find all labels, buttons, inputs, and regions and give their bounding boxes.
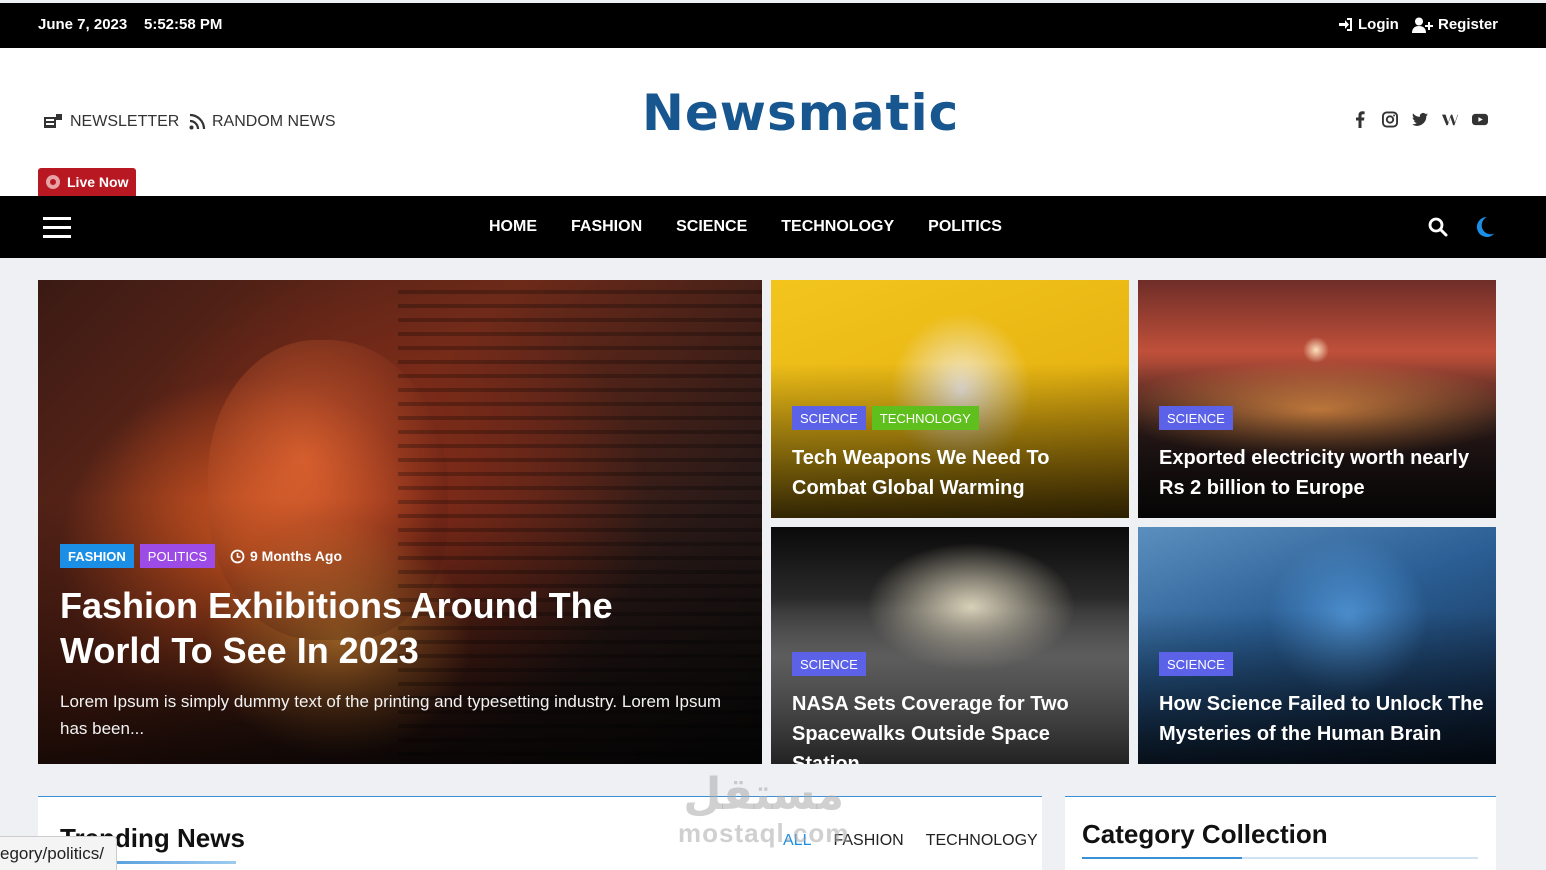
random-news-label: RANDOM NEWS bbox=[212, 113, 336, 130]
nav-menu: HOME FASHION SCIENCE TECHNOLOGY POLITICS bbox=[489, 218, 1036, 236]
tag-science[interactable]: SCIENCE bbox=[792, 406, 866, 430]
post-tags: FASHION POLITICS bbox=[60, 544, 216, 568]
live-dot-icon bbox=[46, 175, 60, 189]
post-tags: SCIENCE bbox=[792, 652, 866, 676]
top-bar: June 7, 2023 5:52:58 PM Login Register bbox=[0, 3, 1546, 48]
login-icon bbox=[1339, 18, 1352, 31]
tag-technology[interactable]: TECHNOLOGY bbox=[871, 406, 979, 430]
register-link[interactable]: Register bbox=[1412, 16, 1498, 33]
post-tags: SCIENCE bbox=[1159, 652, 1233, 676]
nav-item-politics[interactable]: POLITICS bbox=[928, 218, 1002, 236]
facebook-icon[interactable] bbox=[1352, 110, 1368, 128]
rss-icon bbox=[189, 113, 206, 130]
current-time: 5:52:58 PM bbox=[144, 16, 223, 33]
post-title[interactable]: NASA Sets Coverage for Two Spacewalks Ou… bbox=[792, 689, 1122, 764]
login-label: Login bbox=[1358, 16, 1399, 33]
register-label: Register bbox=[1438, 16, 1499, 33]
clock-icon bbox=[230, 549, 245, 563]
dark-mode-toggle-icon[interactable] bbox=[1475, 216, 1495, 238]
tag-politics[interactable]: POLITICS bbox=[139, 544, 216, 568]
post-title[interactable]: Tech Weapons We Need To Combat Global Wa… bbox=[792, 443, 1122, 503]
live-now-label: Live Now bbox=[67, 174, 129, 190]
featured-card[interactable]: SCIENCE NASA Sets Coverage for Two Space… bbox=[771, 527, 1129, 764]
tag-fashion[interactable]: FASHION bbox=[60, 544, 134, 568]
featured-card[interactable]: SCIENCE How Science Failed to Unlock The… bbox=[1138, 527, 1496, 764]
live-now-button[interactable]: Live Now bbox=[38, 168, 137, 196]
youtube-icon[interactable] bbox=[1472, 110, 1488, 128]
tag-science[interactable]: SCIENCE bbox=[1159, 652, 1233, 676]
tag-science[interactable]: SCIENCE bbox=[792, 652, 866, 676]
site-logo[interactable]: Newsmatic bbox=[642, 84, 959, 142]
add-user-icon bbox=[1412, 17, 1433, 33]
twitter-icon[interactable] bbox=[1412, 110, 1428, 128]
nav-item-science[interactable]: SCIENCE bbox=[676, 218, 747, 236]
main-navigation: HOME FASHION SCIENCE TECHNOLOGY POLITICS bbox=[0, 196, 1546, 258]
instagram-icon[interactable] bbox=[1382, 110, 1398, 128]
post-excerpt: Lorem Ipsum is simply dummy text of the … bbox=[60, 692, 722, 738]
post-title[interactable]: Fashion Exhibitions Around The World To … bbox=[60, 583, 700, 673]
random-news-link[interactable]: RANDOM NEWS bbox=[188, 113, 336, 131]
tab-technology[interactable]: TECHNOLOGY bbox=[926, 832, 1038, 850]
nav-item-technology[interactable]: TECHNOLOGY bbox=[781, 218, 894, 236]
tag-science[interactable]: SCIENCE bbox=[1159, 406, 1233, 430]
newsletter-label: NEWSLETTER bbox=[70, 113, 180, 130]
nav-item-fashion[interactable]: FASHION bbox=[571, 218, 642, 236]
post-title[interactable]: How Science Failed to Unlock The Mysteri… bbox=[1159, 689, 1489, 749]
search-icon[interactable] bbox=[1428, 217, 1448, 237]
post-title[interactable]: Exported electricity worth nearly Rs 2 b… bbox=[1159, 443, 1489, 503]
featured-card[interactable]: SCIENCE TECHNOLOGY Tech Weapons We Need … bbox=[771, 280, 1129, 518]
link-status-bar: egory/politics/ bbox=[0, 836, 117, 870]
featured-card[interactable]: SCIENCE Exported electricity worth nearl… bbox=[1138, 280, 1496, 518]
site-header: NEWSLETTER RANDOM NEWS Newsmatic Live No… bbox=[0, 48, 1546, 196]
login-link[interactable]: Login bbox=[1338, 16, 1399, 33]
trending-news-section: Trending News ALL FASHION TECHNOLOGY bbox=[38, 796, 1042, 870]
hamburger-menu-icon[interactable] bbox=[43, 217, 71, 239]
featured-main-post[interactable]: FASHION POLITICS 9 Months Ago Fashion Ex… bbox=[38, 280, 762, 764]
newsletter-link[interactable]: NEWSLETTER bbox=[42, 113, 179, 131]
section-title: Category Collection bbox=[1082, 819, 1328, 849]
social-links bbox=[1352, 110, 1488, 128]
category-collection-section: Category Collection bbox=[1065, 796, 1496, 870]
current-date: June 7, 2023 bbox=[38, 16, 128, 33]
post-time-label: 9 Months Ago bbox=[250, 548, 343, 564]
watermark: مستقل mostaql.com bbox=[678, 769, 850, 848]
post-tags: SCIENCE TECHNOLOGY bbox=[792, 406, 979, 430]
nav-item-home[interactable]: HOME bbox=[489, 218, 537, 236]
post-tags: SCIENCE bbox=[1159, 406, 1233, 430]
newsletter-icon bbox=[44, 114, 62, 128]
wikipedia-icon[interactable] bbox=[1442, 110, 1458, 128]
post-date: 9 Months Ago bbox=[230, 548, 342, 564]
